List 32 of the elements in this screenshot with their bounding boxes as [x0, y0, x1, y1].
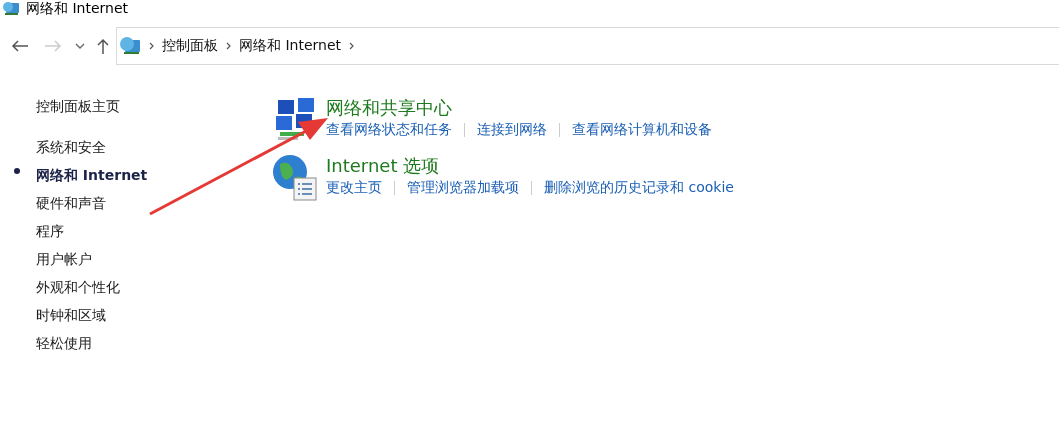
category-title-link[interactable]: Internet 选项: [326, 154, 440, 178]
globe-with-document-icon: [272, 154, 320, 202]
task-link[interactable]: 更改主页: [326, 179, 382, 197]
caret-icon: [75, 43, 85, 49]
back-arrow-icon: [11, 40, 29, 52]
sidebar-item[interactable]: 外观和个性化: [36, 273, 120, 301]
sidebar-item[interactable]: 用户帐户: [36, 245, 92, 273]
sidebar-item[interactable]: 程序: [36, 217, 64, 245]
task-link[interactable]: 删除浏览的历史记录和 cookie: [544, 179, 734, 197]
chevron-icon: [226, 42, 231, 50]
task-link[interactable]: 连接到网络: [477, 121, 547, 139]
breadcrumb[interactable]: 网络和 Internet: [239, 37, 342, 55]
category-title-link[interactable]: 网络和共享中心: [326, 96, 452, 120]
breadcrumb[interactable]: 控制面板: [162, 37, 218, 55]
chevron-icon: [149, 42, 154, 50]
task-link[interactable]: 查看网络计算机和设备: [572, 121, 712, 139]
sidebar-item[interactable]: 系统和安全: [36, 133, 106, 161]
forward-arrow-icon: [44, 40, 62, 52]
network-globe-icon: [2, 0, 20, 17]
address-bar[interactable]: 控制面板 网络和 Internet: [116, 27, 1059, 65]
task-link[interactable]: 管理浏览器加载项: [407, 179, 519, 197]
sidebar-item[interactable]: 轻松使用: [36, 329, 92, 357]
sidebar-link[interactable]: 控制面板主页: [36, 92, 120, 120]
task-link[interactable]: 查看网络状态和任务: [326, 121, 452, 139]
selected-bullet-icon: [14, 168, 20, 174]
up-arrow-icon: [97, 38, 109, 54]
window-title: 网络和 Internet: [26, 0, 129, 18]
chevron-icon[interactable]: [349, 42, 355, 50]
sidebar-item[interactable]: 硬件和声音: [36, 189, 106, 217]
network-globe-icon: [119, 36, 141, 56]
sidebar-item[interactable]: 网络和 Internet: [36, 161, 148, 189]
sidebar-item[interactable]: 时钟和区域: [36, 301, 106, 329]
